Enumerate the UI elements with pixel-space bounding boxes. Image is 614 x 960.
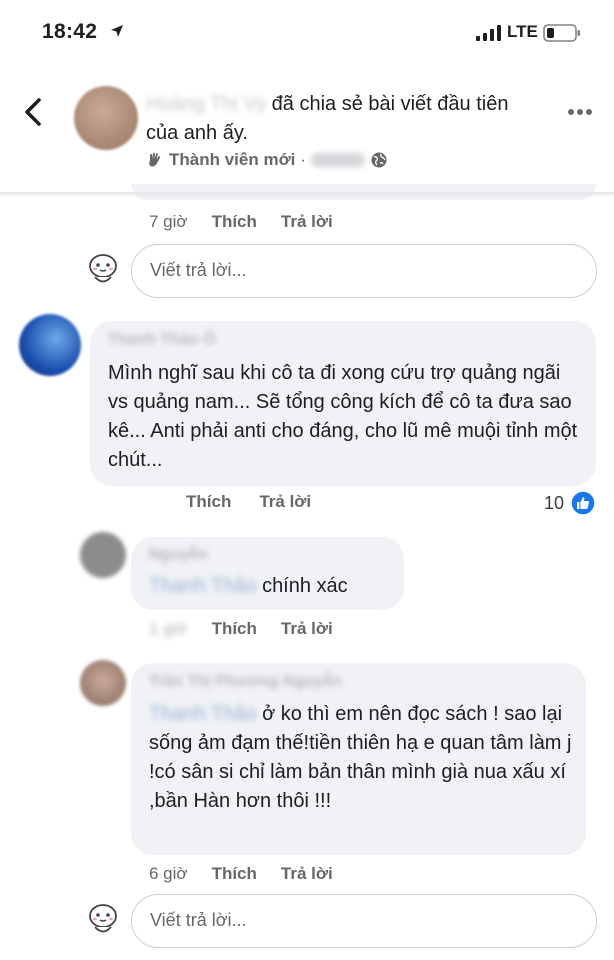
like-button[interactable]: Thích	[212, 619, 257, 639]
reply-content: Thanh Thảo ở ko thì em nên đọc sách ! sa…	[149, 700, 574, 816]
reply-button[interactable]: Trả lời	[259, 492, 311, 512]
like-button[interactable]: Thích	[212, 212, 257, 232]
reply-content: Thanh Thảo chính xác	[149, 572, 348, 601]
status-time: 18:42	[42, 20, 98, 43]
commenter-avatar[interactable]	[19, 314, 81, 376]
meta-timestamp-blurred	[311, 153, 366, 167]
mention-link[interactable]: Thanh Thảo	[149, 575, 257, 597]
reply-author[interactable]: Nguyễn	[149, 546, 208, 564]
reply-button[interactable]: Trả lời	[281, 619, 333, 639]
comment-actions: Thích Trả lời	[186, 492, 311, 512]
reply-button[interactable]: Trả lời	[281, 864, 333, 884]
reply-actions: 6 giờ Thích Trả lời	[149, 864, 333, 884]
meta-separator: ·	[300, 150, 307, 169]
reply-actions: 1 giờ Thích Trả lời	[149, 619, 333, 639]
comment-actions: 7 giờ Thích Trả lời	[149, 212, 333, 232]
comment-text: Mình nghĩ sau khi cô ta đi xong cứu trợ …	[108, 362, 578, 471]
like-reaction-icon	[570, 490, 596, 516]
network-type: LTE	[507, 22, 538, 41]
reply-bubble: Trần Thị Phương Nguyễn Thanh Thảo ở ko t…	[131, 663, 586, 855]
reply-time: 6 giờ	[149, 864, 188, 883]
author-name[interactable]: Hoàng Thị Vy	[146, 90, 266, 119]
location-arrow-icon	[111, 25, 123, 37]
waving-hand-icon	[149, 152, 161, 167]
reply-input-container[interactable]	[131, 244, 597, 298]
more-options-icon[interactable]	[567, 108, 593, 116]
reply-text: chính xác	[262, 575, 348, 597]
like-button[interactable]: Thích	[186, 492, 231, 512]
reply-author[interactable]: Trần Thị Phương Nguyễn	[149, 673, 342, 691]
comment-bubble: Thanh Thảo Ô Mình nghĩ sau khi cô ta đi …	[90, 321, 596, 486]
sticker-icon[interactable]	[86, 902, 120, 938]
cellular-signal-icon	[476, 25, 501, 41]
share-description: Hoàng Thị Vy đã chia sẻ bài viết đầu tiê…	[146, 90, 546, 148]
reply-author-avatar[interactable]	[80, 532, 126, 578]
mention-link[interactable]: Thanh Thảo	[149, 703, 257, 725]
globe-icon	[371, 152, 387, 168]
reply-author-avatar[interactable]	[80, 660, 126, 706]
reply-text-line1: ở ko thì em nên đọc sách !	[262, 703, 499, 725]
reply-button[interactable]: Trả lời	[281, 212, 333, 232]
header-divider	[0, 192, 614, 198]
battery-icon	[543, 24, 580, 42]
post-header: Hoàng Thị Vy đã chia sẻ bài viết đầu tiê…	[0, 66, 614, 196]
reply-input[interactable]	[150, 260, 570, 281]
reaction-summary[interactable]: 10	[544, 490, 596, 516]
reply-bubble: Nguyễn Thanh Thảo chính xác	[131, 537, 404, 610]
comment-author[interactable]: Thanh Thảo Ô	[108, 331, 216, 349]
new-member-badge: Thành viên mới	[169, 150, 296, 169]
status-bar: 18:42 LTE	[0, 0, 614, 66]
author-avatar[interactable]	[74, 86, 138, 150]
sticker-icon[interactable]	[86, 252, 120, 288]
author-meta: Thành viên mới ·	[146, 150, 388, 170]
like-button[interactable]: Thích	[212, 864, 257, 884]
comment-time: 7 giờ	[149, 212, 188, 231]
reaction-count: 10	[544, 492, 565, 513]
reply-time: 1 giờ	[149, 619, 188, 638]
reply-input[interactable]	[150, 910, 570, 931]
reply-input-container[interactable]	[131, 894, 597, 948]
back-icon[interactable]	[22, 97, 44, 127]
